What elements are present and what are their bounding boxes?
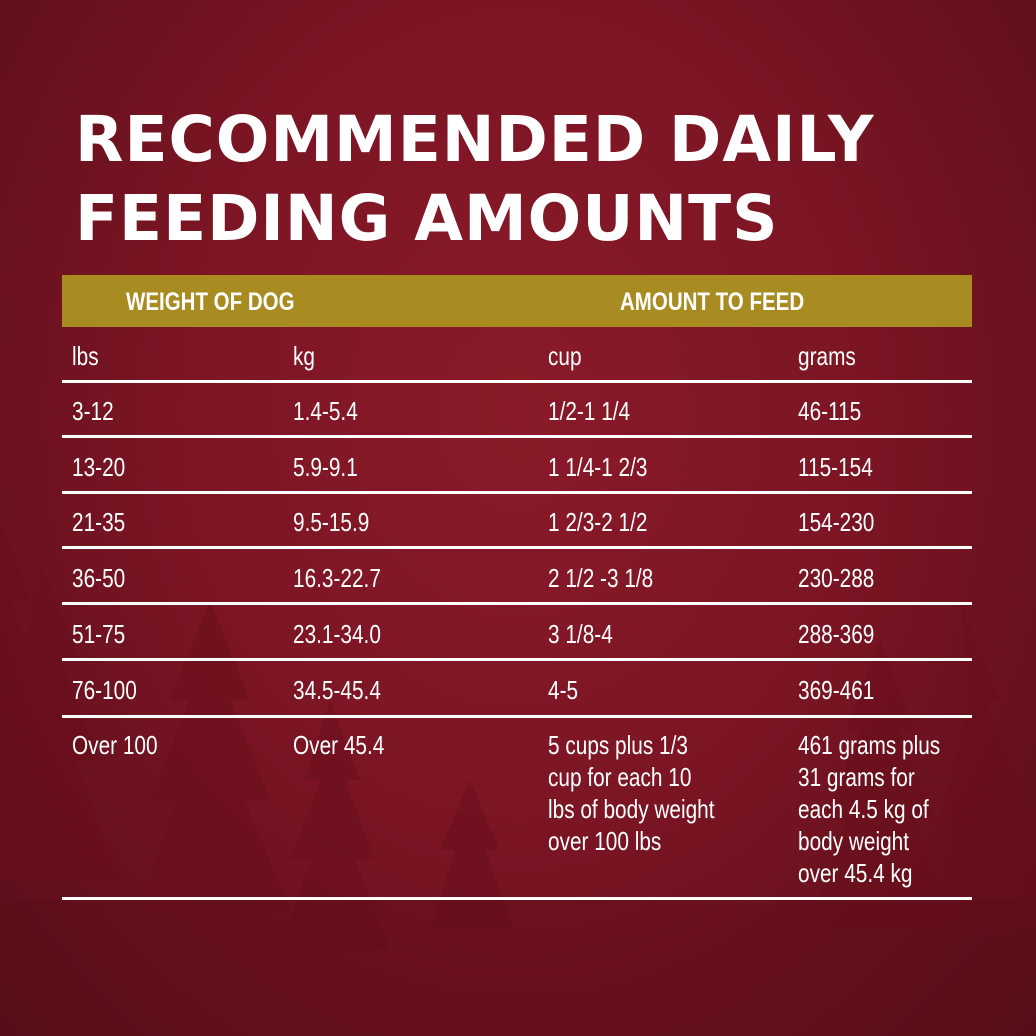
title-line-1: RECOMMENDED DAILY (75, 103, 875, 176)
row-1-cup: 1/2-1 1/4 (548, 396, 631, 426)
amount-to-feed-header: AMOUNT TO FEED (620, 288, 805, 316)
table-bottom-divider (62, 897, 972, 900)
row-3-kg: 9.5-15.9 (293, 507, 370, 537)
row-4-lbs: 36-50 (72, 563, 126, 593)
row-4-kg: 16.3-22.7 (293, 563, 381, 593)
header-divider (62, 380, 972, 383)
row-divider (62, 546, 972, 549)
row-6-cup: 4-5 (548, 675, 579, 705)
row-6-lbs: 76-100 (72, 675, 137, 705)
row-7-lbs: Over 100 (72, 730, 158, 760)
row-1-grams: 46-115 (798, 396, 862, 426)
row-7-kg: Over 45.4 (293, 730, 385, 760)
page-title: RECOMMENDED DAILY FEEDING AMOUNTS (75, 100, 975, 258)
row-divider (62, 658, 972, 661)
column-header-cup: cup (548, 341, 582, 371)
row-1-lbs: 3-12 (72, 396, 114, 426)
row-3-cup: 1 2/3-2 1/2 (548, 507, 648, 537)
title-line-2: FEEDING AMOUNTS (75, 182, 779, 255)
row-7-cup: 5 cups plus 1/3 cup for each 10 lbs of b… (548, 730, 715, 856)
row-7-grams: 461 grams plus 31 grams for each 4.5 kg … (798, 730, 941, 888)
column-header-lbs: lbs (72, 341, 99, 371)
row-5-lbs: 51-75 (72, 619, 126, 649)
column-header-kg: kg (293, 341, 315, 371)
row-2-kg: 5.9-9.1 (293, 452, 358, 482)
feeding-chart-panel: RECOMMENDED DAILY FEEDING AMOUNTS WEIGHT… (0, 0, 1036, 1036)
row-3-grams: 154-230 (798, 507, 875, 537)
row-2-lbs: 13-20 (72, 452, 126, 482)
row-2-cup: 1 1/4-1 2/3 (548, 452, 648, 482)
table-header-bar: WEIGHT OF DOG AMOUNT TO FEED (62, 275, 972, 327)
row-5-grams: 288-369 (798, 619, 875, 649)
row-6-kg: 34.5-45.4 (293, 675, 381, 705)
row-divider (62, 715, 972, 718)
row-4-grams: 230-288 (798, 563, 875, 593)
row-1-kg: 1.4-5.4 (293, 396, 358, 426)
column-header-grams: grams (798, 341, 856, 371)
row-2-grams: 115-154 (798, 452, 873, 482)
row-4-cup: 2 1/2 -3 1/8 (548, 563, 654, 593)
row-3-lbs: 21-35 (72, 507, 126, 537)
row-divider (62, 491, 972, 494)
row-5-kg: 23.1-34.0 (293, 619, 381, 649)
weight-of-dog-header: WEIGHT OF DOG (126, 288, 295, 316)
row-divider (62, 602, 972, 605)
row-6-grams: 369-461 (798, 675, 875, 705)
row-5-cup: 3 1/8-4 (548, 619, 613, 649)
row-divider (62, 435, 972, 438)
